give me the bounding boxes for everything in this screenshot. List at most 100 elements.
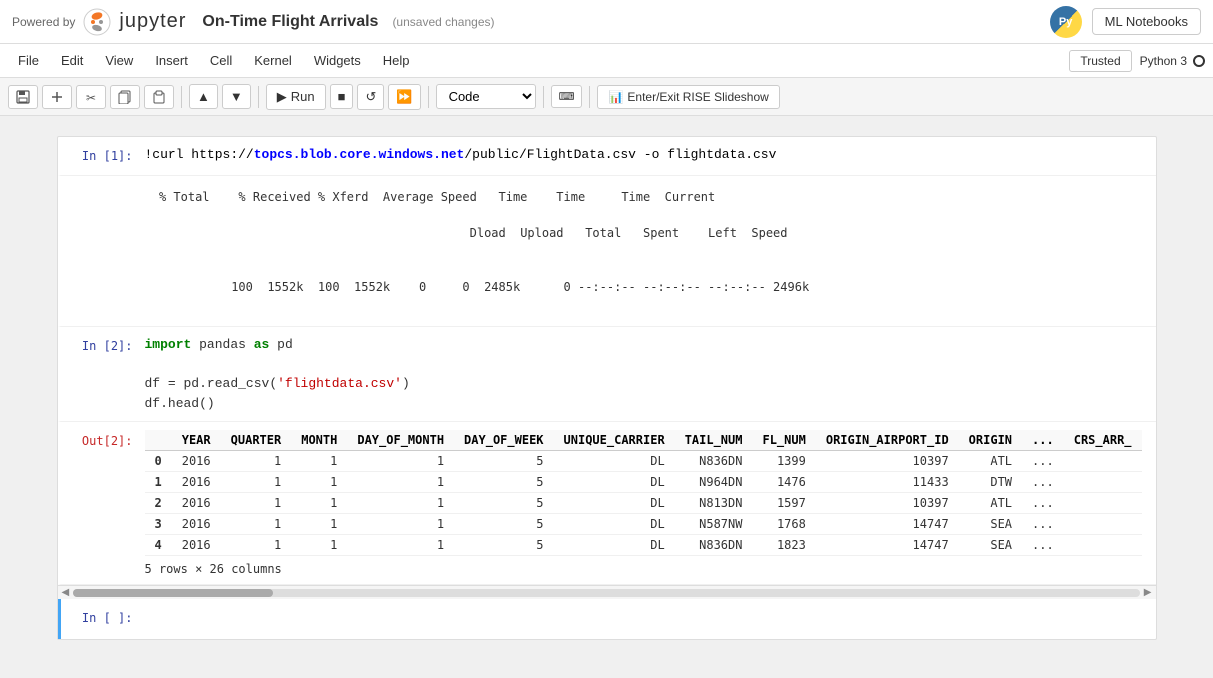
scissors-icon: ✂ [84, 90, 98, 104]
cell-3-content[interactable] [141, 599, 1156, 639]
cell-quarter: 1 [221, 493, 292, 514]
menu-view[interactable]: View [95, 49, 143, 72]
cell-2-content[interactable]: import pandas as pd df = pd.read_csv('fl… [141, 327, 1156, 421]
cell-1-content[interactable]: !curl https://topcs.blob.core.windows.ne… [141, 137, 1156, 175]
restart-button[interactable]: ↺ [357, 84, 384, 110]
cell-day-week: 5 [454, 493, 553, 514]
run-icon: ▶ [277, 89, 287, 105]
cell-year: 2016 [172, 514, 221, 535]
menu-widgets[interactable]: Widgets [304, 49, 371, 72]
run-button[interactable]: ▶ Run [266, 84, 326, 110]
jupyter-logo-icon [83, 8, 111, 36]
cell-fl: 1597 [752, 493, 815, 514]
notebook-container: In [1]: !curl https://topcs.blob.core.wi… [57, 136, 1157, 640]
cell-1-output-label [61, 176, 141, 326]
dataframe-table-wrap: YEAR QUARTER MONTH DAY_OF_MONTH DAY_OF_W… [145, 430, 1148, 556]
cell-2-output-content: YEAR QUARTER MONTH DAY_OF_MONTH DAY_OF_W… [141, 422, 1156, 584]
rise-slideshow-button[interactable]: 📊 Enter/Exit RISE Slideshow [597, 85, 779, 109]
col-header-tail-num: TAIL_NUM [675, 430, 753, 451]
cell-2: In [2]: import pandas as pd df = pd.read… [58, 327, 1156, 422]
notebook-title: On-Time Flight Arrivals [202, 13, 378, 31]
paste-icon [152, 90, 166, 104]
header-right: Py ML Notebooks [1050, 6, 1201, 38]
cell-origin-id: 14747 [816, 535, 959, 556]
cell-year: 2016 [172, 493, 221, 514]
paste-button[interactable] [144, 85, 174, 109]
cell-2-label: In [2]: [61, 327, 141, 421]
cell-carrier: DL [554, 514, 675, 535]
cell-2-code: import pandas as pd df = pd.read_csv('fl… [145, 335, 1148, 413]
separator-3 [428, 86, 429, 108]
menu-kernel[interactable]: Kernel [244, 49, 302, 72]
cell-ellipsis: ... [1022, 493, 1064, 514]
table-header-row: YEAR QUARTER MONTH DAY_OF_MONTH DAY_OF_W… [145, 430, 1142, 451]
table-row: 0 2016 1 1 1 5 DL N836DN 1399 10397 ATL [145, 451, 1142, 472]
menu-insert[interactable]: Insert [145, 49, 198, 72]
notebook-area: In [1]: !curl https://topcs.blob.core.wi… [0, 116, 1213, 676]
cut-button[interactable]: ✂ [76, 85, 106, 109]
col-header-index [145, 430, 172, 451]
col-header-crs-arr: CRS_ARR_ [1064, 430, 1142, 451]
cell-idx: 3 [145, 514, 172, 535]
cell-fl: 1399 [752, 451, 815, 472]
cell-day-week: 5 [454, 451, 553, 472]
horizontal-scrollbar[interactable]: ◀ ▶ [58, 585, 1156, 599]
cell-1-code: !curl https://topcs.blob.core.windows.ne… [145, 145, 1148, 165]
cell-crs [1064, 514, 1142, 535]
menu-bar: File Edit View Insert Cell Kernel Widget… [0, 44, 1213, 78]
cell-carrier: DL [554, 493, 675, 514]
menu-bar-right: Trusted Python 3 [1069, 50, 1205, 72]
cell-origin: SEA [959, 514, 1022, 535]
scroll-left-arrow[interactable]: ◀ [62, 587, 70, 598]
separator-2 [258, 86, 259, 108]
cell-year: 2016 [172, 535, 221, 556]
col-header-quarter: QUARTER [221, 430, 292, 451]
fast-forward-button[interactable]: ⏩ [388, 84, 420, 110]
cell-3-input[interactable] [145, 607, 1148, 631]
cell-idx: 2 [145, 493, 172, 514]
menu-cell[interactable]: Cell [200, 49, 242, 72]
scroll-right-arrow[interactable]: ▶ [1144, 587, 1152, 598]
cell-1-label: In [1]: [61, 137, 141, 175]
cell-3: In [ ]: [58, 599, 1156, 639]
cell-tail: N964DN [675, 472, 753, 493]
cell-crs [1064, 535, 1142, 556]
save-button[interactable] [8, 85, 38, 109]
cell-tail: N587NW [675, 514, 753, 535]
ml-notebooks-button[interactable]: ML Notebooks [1092, 8, 1201, 35]
cell-day-week: 5 [454, 472, 553, 493]
col-header-origin: ORIGIN [959, 430, 1022, 451]
cell-day-week: 5 [454, 514, 553, 535]
dataframe-table: YEAR QUARTER MONTH DAY_OF_MONTH DAY_OF_W… [145, 430, 1142, 556]
rise-chart-icon: 📊 [608, 90, 623, 104]
cell-quarter: 1 [221, 535, 292, 556]
stop-button[interactable]: ■ [330, 84, 354, 109]
cell-origin: SEA [959, 535, 1022, 556]
col-header-unique-carrier: UNIQUE_CARRIER [554, 430, 675, 451]
cell-month: 1 [291, 514, 347, 535]
menu-file[interactable]: File [8, 49, 49, 72]
cell-month: 1 [291, 451, 347, 472]
copy-button[interactable] [110, 85, 140, 109]
move-down-button[interactable]: ▼ [222, 84, 251, 109]
menu-edit[interactable]: Edit [51, 49, 93, 72]
svg-text:✂: ✂ [86, 91, 96, 104]
cell-origin: DTW [959, 472, 1022, 493]
cell-day-month: 1 [347, 472, 454, 493]
menu-help[interactable]: Help [373, 49, 420, 72]
cell-ellipsis: ... [1022, 514, 1064, 535]
add-cell-button[interactable] [42, 85, 72, 109]
trusted-button[interactable]: Trusted [1069, 50, 1131, 72]
keyboard-shortcuts-button[interactable]: ⌨ [551, 85, 583, 108]
scroll-thumb[interactable] [73, 589, 273, 597]
scroll-track[interactable] [73, 589, 1140, 597]
cell-tail: N836DN [675, 535, 753, 556]
cell-ellipsis: ... [1022, 535, 1064, 556]
move-up-button[interactable]: ▲ [189, 84, 218, 109]
cell-type-select[interactable]: Code Markdown Raw [436, 84, 536, 109]
separator-5 [589, 86, 590, 108]
col-header-ellipsis: ... [1022, 430, 1064, 451]
table-row: 3 2016 1 1 1 5 DL N587NW 1768 14747 SEA [145, 514, 1142, 535]
cell-year: 2016 [172, 472, 221, 493]
kernel-status-circle [1193, 55, 1205, 67]
